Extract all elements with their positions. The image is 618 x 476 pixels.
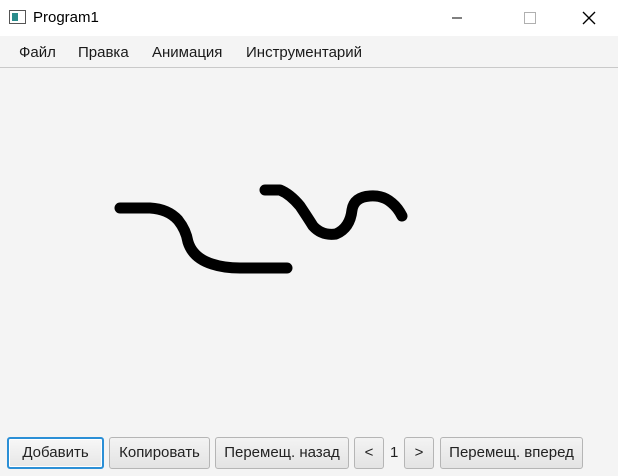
menu-animation[interactable]: Анимация (152, 44, 222, 61)
maximize-icon (524, 12, 536, 24)
title-bar: Program1 (0, 0, 618, 36)
close-button[interactable] (566, 0, 612, 36)
next-page-button[interactable]: > (404, 437, 434, 469)
menu-tools[interactable]: Инструментарий (246, 44, 362, 61)
move-back-button[interactable]: Перемещ. назад (215, 437, 349, 469)
hand-drawn-curve-left (114, 202, 293, 274)
bottom-toolbar: Добавить Копировать Перемещ. назад < 1 >… (0, 430, 618, 476)
menu-file[interactable]: Файл (19, 44, 56, 61)
menu-bar: Файл Правка Анимация Инструментарий (0, 36, 618, 68)
window-app-icon (9, 10, 26, 24)
add-button[interactable]: Добавить (7, 437, 104, 469)
hand-drawn-curve-right (259, 184, 408, 240)
window-title: Program1 (33, 9, 99, 26)
maximize-button[interactable] (507, 0, 553, 36)
move-forward-button[interactable]: Перемещ. вперед (440, 437, 583, 469)
drawing-surface (114, 184, 408, 274)
page-number: 1 (390, 444, 399, 461)
prev-page-button[interactable]: < (354, 437, 384, 469)
minimize-button[interactable] (434, 0, 480, 36)
minimize-icon (452, 17, 462, 19)
drawing-canvas[interactable] (0, 68, 618, 430)
close-icon (582, 11, 596, 25)
menu-edit[interactable]: Правка (78, 44, 129, 61)
copy-button[interactable]: Копировать (109, 437, 210, 469)
